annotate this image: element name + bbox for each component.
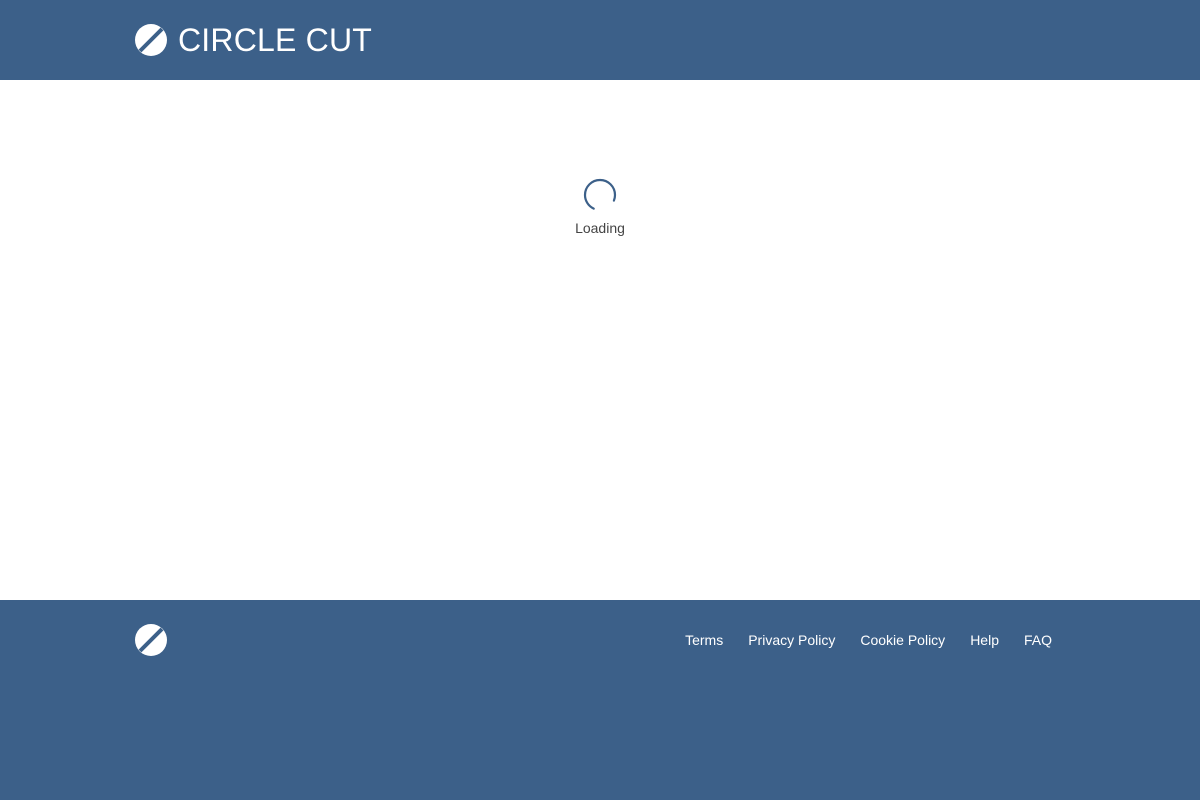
site-header: CIRCLE CUT	[0, 0, 1200, 80]
loading-text: Loading	[575, 220, 625, 236]
loading-indicator: Loading	[500, 178, 700, 236]
footer-link-terms[interactable]: Terms	[685, 631, 723, 649]
footer-link-cookie-policy[interactable]: Cookie Policy	[860, 631, 945, 649]
main-content: Loading	[0, 80, 1200, 600]
footer-link-faq[interactable]: FAQ	[1024, 631, 1052, 649]
circle-cut-logo-icon	[135, 24, 167, 56]
footer-link-privacy-policy[interactable]: Privacy Policy	[748, 631, 835, 649]
site-footer: Terms Privacy Policy Cookie Policy Help …	[0, 600, 1200, 800]
circle-cut-logo-icon	[135, 624, 167, 656]
brand-name: CIRCLE CUT	[178, 22, 373, 58]
spinner-icon	[583, 178, 617, 212]
brand-home-link[interactable]: CIRCLE CUT	[135, 24, 372, 56]
footer-nav: Terms Privacy Policy Cookie Policy Help …	[685, 631, 1052, 649]
footer-link-help[interactable]: Help	[970, 631, 999, 649]
